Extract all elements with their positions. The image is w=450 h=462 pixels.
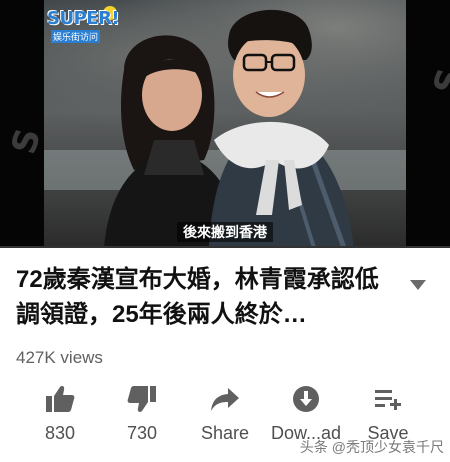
subtitle-text: 後來搬到香港 bbox=[177, 222, 273, 242]
save-button[interactable]: Save bbox=[348, 385, 428, 444]
expand-chevron-icon[interactable] bbox=[410, 280, 426, 290]
dislike-count: 730 bbox=[126, 423, 158, 443]
like-button[interactable]: 830 bbox=[20, 385, 100, 444]
progress-bar[interactable] bbox=[0, 246, 450, 248]
like-count: 830 bbox=[44, 423, 76, 443]
logo-watermark-left: S bbox=[4, 124, 49, 159]
video-frame: SUPER! 娱乐街访问 bbox=[44, 0, 406, 248]
video-player[interactable]: SUPER! 娱乐街访问 S S 後來搬到香港 bbox=[0, 0, 450, 248]
share-button[interactable]: Share bbox=[185, 385, 265, 444]
view-count: 427K views bbox=[16, 348, 103, 367]
download-icon bbox=[293, 386, 319, 412]
share-icon bbox=[211, 388, 239, 411]
download-button[interactable]: Dow...ad bbox=[266, 385, 346, 444]
logo-watermark-right: S bbox=[426, 64, 450, 99]
dislike-button[interactable]: 730 bbox=[102, 385, 182, 444]
video-title: 72歲秦漢宣布大婚，林青霞承認低調領證，25年後兩人終於… bbox=[16, 266, 379, 328]
channel-logo: SUPER! 娱乐街访问 bbox=[47, 4, 120, 44]
thumb-up-icon bbox=[46, 386, 75, 412]
share-label: Share bbox=[200, 423, 250, 443]
overlay-watermark: 头条 @秃顶少女袁千尺 bbox=[299, 439, 444, 455]
thumb-down-icon bbox=[127, 386, 156, 412]
video-subtitle: 後來搬到香港 bbox=[0, 222, 450, 242]
logo-subtext: 娱乐街访问 bbox=[51, 30, 101, 43]
logo-text: SUPER! bbox=[47, 8, 120, 29]
playlist-add-icon bbox=[375, 390, 401, 410]
